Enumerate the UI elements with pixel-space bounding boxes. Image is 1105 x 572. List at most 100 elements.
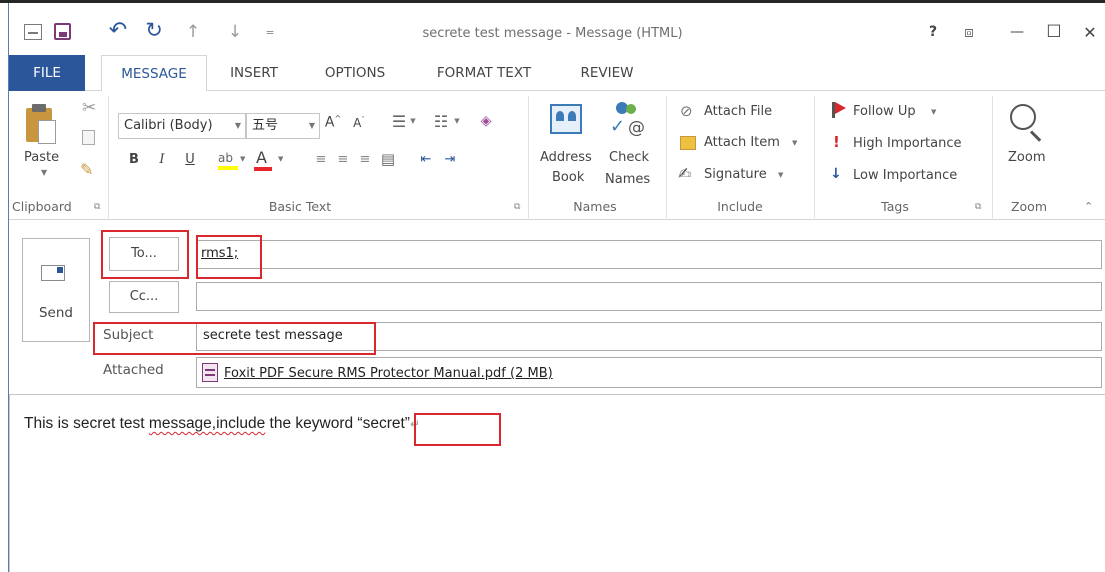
ribbon-display-options-button[interactable]: ⧈: [958, 23, 980, 41]
collapse-ribbon-icon[interactable]: ⌃: [1084, 200, 1093, 213]
clear-formatting-icon[interactable]: ◈: [476, 113, 496, 129]
include-group-label: Include: [717, 199, 763, 214]
underline-button[interactable]: U: [182, 152, 198, 167]
body-text-segment: the keyword: [265, 415, 358, 432]
keyword-highlight-box: [414, 413, 501, 446]
decrease-indent-icon[interactable]: ⇤: [416, 152, 436, 167]
send-button[interactable]: Send: [22, 238, 90, 342]
chevron-down-icon: ▼: [308, 121, 315, 130]
signature-button[interactable]: Signature: [704, 167, 767, 182]
at-sign-icon: @: [628, 118, 645, 138]
paste-page-icon: [38, 120, 56, 144]
check-names-icon[interactable]: ✓ @: [608, 102, 652, 140]
checkmark-icon: ✓: [610, 116, 626, 137]
chevron-down-icon[interactable]: ▼: [408, 117, 418, 125]
paste-dropdown-icon[interactable]: ▼: [41, 168, 47, 177]
to-field[interactable]: [196, 240, 1102, 269]
tab-format-text[interactable]: FORMAT TEXT: [418, 55, 550, 92]
chevron-down-icon[interactable]: ▼: [452, 117, 462, 125]
chevron-down-icon: ▼: [240, 155, 246, 163]
font-name-dropdown[interactable]: Calibri (Body) ▼: [118, 113, 246, 139]
address-book-icon[interactable]: [550, 104, 582, 134]
basic-text-group-label: Basic Text: [268, 199, 332, 214]
format-painter-icon[interactable]: ✎: [80, 160, 93, 179]
person-icon: [556, 111, 564, 121]
pdf-icon-line: [205, 374, 215, 376]
high-importance-icon: !: [833, 133, 840, 151]
group-separator: [814, 96, 815, 218]
body-text-segment: This is secret test: [24, 415, 149, 432]
tab-options[interactable]: OPTIONS: [308, 55, 402, 92]
highlight-color-button[interactable]: ab ▼: [216, 150, 246, 172]
check-names-label-1[interactable]: Check: [609, 150, 649, 165]
highlighter-icon: ab: [218, 151, 233, 165]
tags-group-label: Tags: [881, 199, 909, 214]
tags-launcher-icon[interactable]: ⧉: [975, 202, 981, 212]
message-body-text[interactable]: This is secret test message,include the …: [24, 415, 420, 433]
group-separator: [528, 96, 529, 218]
clipboard-clip-icon: [32, 104, 46, 112]
keyword-text: “secret”: [357, 415, 410, 432]
group-separator: [992, 96, 993, 218]
check-names-label-2[interactable]: Names: [605, 172, 650, 187]
attached-label: Attached: [103, 362, 164, 378]
follow-up-button[interactable]: Follow Up: [853, 104, 916, 119]
names-group-label: Names: [573, 199, 617, 214]
help-button[interactable]: ?: [924, 24, 942, 40]
paste-button[interactable]: [24, 104, 58, 148]
zoom-icon[interactable]: [1010, 104, 1036, 130]
cc-button[interactable]: Cc...: [109, 281, 179, 313]
low-importance-button[interactable]: Low Importance: [853, 168, 957, 183]
bullets-icon[interactable]: ☰: [388, 112, 410, 131]
font-size-dropdown[interactable]: 五号 ▼: [246, 113, 320, 139]
attach-file-button[interactable]: Attach File: [704, 104, 772, 119]
attachment-link[interactable]: Foxit PDF Secure RMS Protector Manual.pd…: [224, 366, 553, 381]
attach-item-icon: [680, 136, 696, 150]
numbering-icon[interactable]: ☷: [430, 112, 452, 131]
attach-item-button[interactable]: Attach Item: [704, 135, 780, 150]
shrink-font-icon[interactable]: Aˇ: [350, 116, 368, 130]
chevron-down-icon[interactable]: ▼: [778, 171, 783, 179]
font-size-value: 五号: [252, 118, 279, 133]
font-color-icon: A: [256, 148, 267, 167]
chevron-down-icon: ▼: [234, 121, 241, 130]
tab-file[interactable]: FILE: [9, 55, 85, 92]
paste-label[interactable]: Paste: [24, 150, 59, 165]
chevron-down-icon: ▼: [278, 155, 284, 163]
send-label: Send: [38, 305, 73, 321]
cut-icon[interactable]: ✂: [82, 98, 96, 118]
chevron-down-icon[interactable]: ▼: [792, 139, 797, 147]
person-head-icon: [626, 104, 636, 114]
copy-icon[interactable]: [82, 130, 95, 145]
align-right-icon[interactable]: ≡: [356, 152, 374, 167]
flag-icon: [835, 102, 846, 114]
bold-button[interactable]: B: [126, 152, 142, 167]
font-name-value: Calibri (Body): [124, 118, 213, 133]
justify-icon[interactable]: ▤: [378, 150, 398, 168]
increase-indent-icon[interactable]: ⇥: [440, 152, 460, 167]
align-left-icon[interactable]: ≡: [312, 152, 330, 167]
tab-message[interactable]: MESSAGE: [101, 55, 207, 92]
group-separator: [108, 96, 109, 218]
high-importance-button[interactable]: High Importance: [853, 136, 962, 151]
address-book-label-1[interactable]: Address: [540, 150, 592, 165]
recipient-highlight-box: [196, 235, 262, 279]
zoom-group-label: Zoom: [1010, 199, 1048, 214]
subject-highlight-box: [93, 322, 376, 355]
zoom-button-label[interactable]: Zoom: [1008, 150, 1045, 165]
chevron-down-icon[interactable]: ▼: [931, 108, 936, 116]
italic-button[interactable]: I: [154, 152, 170, 167]
close-button[interactable]: ✕: [1078, 23, 1102, 42]
align-center-icon[interactable]: ≡: [334, 152, 352, 167]
cc-field[interactable]: [196, 282, 1102, 311]
address-book-label-2[interactable]: Book: [552, 170, 584, 185]
pdf-file-icon[interactable]: [202, 363, 218, 382]
maximize-button[interactable]: ☐: [1043, 22, 1065, 42]
tab-review[interactable]: REVIEW: [564, 55, 650, 92]
minimize-button[interactable]: —: [1006, 24, 1028, 40]
basic-text-launcher-icon[interactable]: ⧉: [514, 202, 520, 212]
font-color-button[interactable]: A ▼: [252, 148, 286, 172]
tab-insert[interactable]: INSERT: [216, 55, 292, 92]
clipboard-launcher-icon[interactable]: ⧉: [94, 202, 100, 212]
grow-font-icon[interactable]: A^: [324, 114, 342, 131]
